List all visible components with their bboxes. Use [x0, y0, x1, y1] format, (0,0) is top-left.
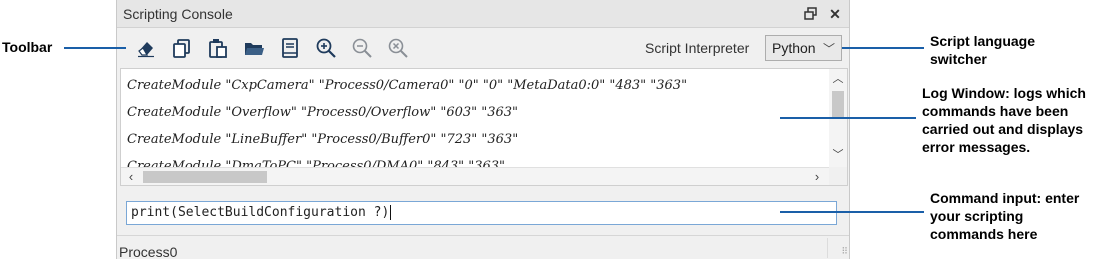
- scroll-up-icon[interactable]: ︿: [829, 71, 847, 87]
- copy-icon[interactable]: [171, 37, 193, 59]
- restore-icon[interactable]: [801, 4, 821, 24]
- annotation-switcher-line-1: Script language: [930, 33, 1036, 49]
- window-title: Scripting Console: [123, 6, 233, 22]
- annotation-log: Log Window: logs which commands have bee…: [922, 84, 1086, 156]
- resize-grip-icon[interactable]: ⠿: [841, 246, 848, 257]
- annotation-command: Command input: enter your scripting comm…: [930, 189, 1079, 243]
- scroll-down-icon[interactable]: ﹀: [829, 147, 847, 163]
- text-caret: [390, 205, 392, 220]
- scroll-corner: [829, 167, 847, 185]
- zoom-in-icon[interactable]: [315, 37, 337, 59]
- annotation-line-log: [780, 117, 916, 119]
- status-text: Process0: [119, 244, 178, 259]
- command-input-value: print(SelectBuildConfiguration ?): [131, 205, 390, 220]
- scripting-console-panel: Scripting Console ✕ Script Interpreter P…: [116, 0, 850, 259]
- annotation-switcher: Script language switcher: [930, 32, 1035, 68]
- annotation-line-toolbar: [64, 47, 126, 49]
- annotation-log-line-2: commands have been: [922, 103, 1069, 119]
- zoom-reset-icon[interactable]: [387, 37, 409, 59]
- open-folder-icon[interactable]: [243, 37, 265, 59]
- paste-icon[interactable]: [207, 37, 229, 59]
- zoom-out-icon[interactable]: [351, 37, 373, 59]
- annotation-log-line-3: carried out and displays: [922, 121, 1084, 137]
- title-bar: Scripting Console ✕: [117, 0, 849, 28]
- log-line: CreateModule "CxpCamera" "Process0/Camer…: [127, 78, 688, 93]
- log-window[interactable]: CreateModule "CxpCamera" "Process0/Camer…: [120, 68, 848, 186]
- log-line: CreateModule "LineBuffer" "Process0/Buff…: [127, 132, 519, 147]
- script-interpreter-select[interactable]: Python ﹀: [765, 35, 842, 61]
- annotation-line-command: [780, 211, 924, 213]
- chevron-down-icon: ﹀: [822, 42, 835, 56]
- script-interpreter-label: Script Interpreter: [645, 40, 750, 56]
- close-icon[interactable]: ✕: [825, 4, 845, 24]
- command-input[interactable]: print(SelectBuildConfiguration ?): [126, 201, 837, 225]
- scroll-right-icon[interactable]: ›: [809, 168, 825, 185]
- log-vertical-scrollbar[interactable]: ︿ ﹀: [829, 69, 847, 169]
- annotation-command-line-3: commands here: [930, 226, 1038, 242]
- annotation-line-switcher: [842, 47, 924, 49]
- annotation-toolbar: Toolbar: [2, 39, 53, 55]
- log-horizontal-scrollbar[interactable]: ‹ ›: [121, 167, 847, 185]
- scroll-left-icon[interactable]: ‹: [123, 168, 139, 185]
- status-separator: [827, 238, 828, 258]
- annotation-command-line-1: Command input: enter: [930, 190, 1080, 206]
- vertical-scroll-thumb[interactable]: [832, 91, 844, 117]
- horizontal-scroll-thumb[interactable]: [143, 171, 267, 183]
- script-interpreter-value: Python: [772, 40, 816, 56]
- annotation-log-line-4: error messages.: [922, 139, 1031, 155]
- book-icon[interactable]: [279, 37, 301, 59]
- log-line: CreateModule "Overflow" "Process0/Overfl…: [127, 105, 519, 120]
- annotation-switcher-line-2: switcher: [930, 51, 987, 67]
- annotation-log-line-1: Log Window: logs which: [922, 85, 1086, 101]
- eraser-icon[interactable]: [135, 37, 157, 59]
- status-bar: Process0 ⠿: [117, 235, 849, 259]
- annotation-command-line-2: your scripting: [930, 208, 1024, 224]
